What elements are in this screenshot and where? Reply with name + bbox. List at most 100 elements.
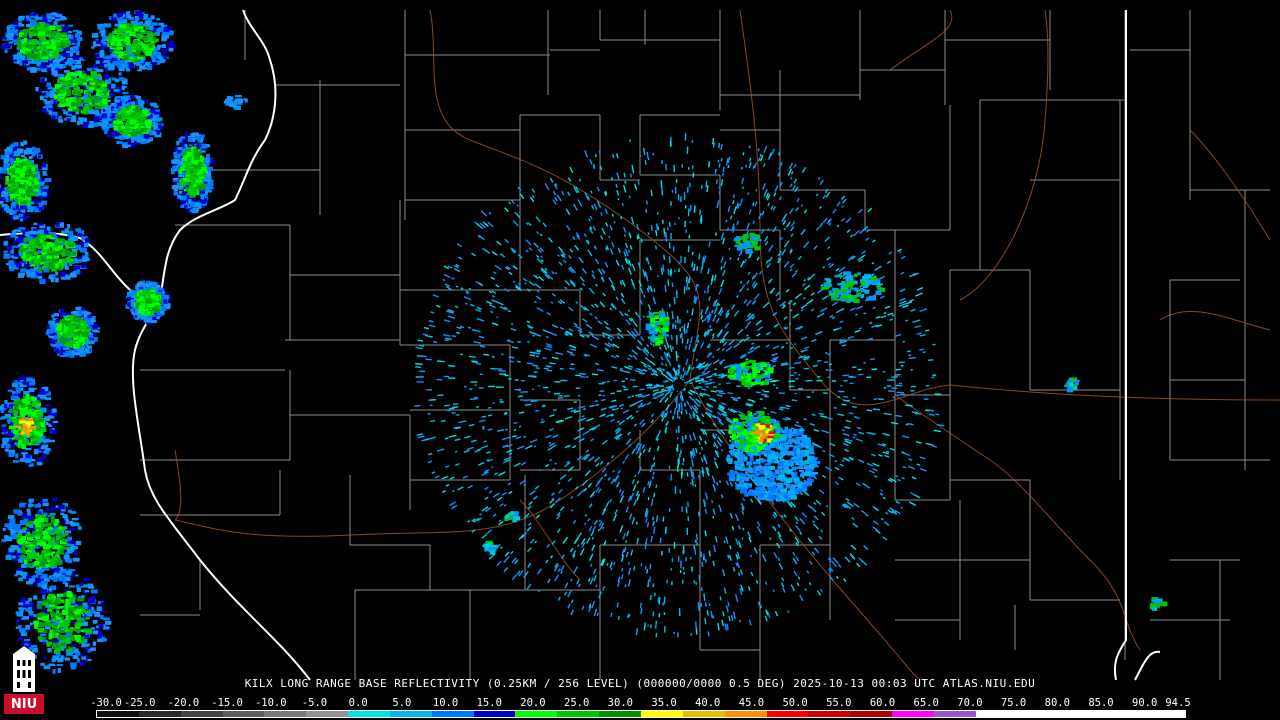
echo-cell	[757, 148, 760, 152]
echo-cell	[486, 529, 493, 535]
echo-cell	[753, 492, 759, 495]
echo-cell	[790, 233, 794, 238]
echo-cell	[428, 324, 436, 328]
echo-cell	[783, 260, 790, 268]
echo-cell	[793, 570, 798, 577]
echo-cell	[900, 385, 903, 387]
echo-cell	[727, 458, 733, 463]
echo-cell	[169, 40, 174, 44]
echo-cell	[732, 611, 736, 620]
echo-cell	[659, 537, 662, 544]
echo-cell	[687, 187, 689, 193]
echo-cell	[935, 413, 940, 416]
echo-cell	[837, 563, 842, 568]
echo-cell	[760, 458, 764, 462]
echo-cell	[137, 57, 144, 60]
echo-cell	[772, 421, 778, 426]
echo-cell	[583, 233, 587, 238]
echo-cell	[905, 319, 908, 322]
echo-cell	[536, 307, 544, 312]
echo-cell	[647, 232, 650, 236]
echo-cell	[769, 488, 776, 493]
echo-cell	[557, 596, 561, 601]
echo-cell	[749, 498, 754, 503]
echo-cell	[746, 280, 750, 285]
echo-cell	[62, 82, 68, 86]
echo-cell	[701, 388, 707, 391]
echo-cell	[69, 72, 75, 77]
echo-cell	[755, 391, 761, 394]
echo-cell	[748, 360, 756, 364]
echo-cell	[773, 434, 781, 438]
echo-cell	[624, 453, 630, 460]
echo-cell	[532, 364, 539, 367]
echo-cell	[689, 204, 692, 212]
echo-cell	[611, 366, 618, 369]
echo-cell	[427, 413, 431, 415]
echo-cell	[442, 278, 446, 282]
echo-cell	[759, 153, 762, 158]
echo-cell	[593, 575, 597, 582]
echo-cell	[619, 419, 626, 425]
echo-cell	[649, 594, 652, 601]
echo-cell	[872, 239, 876, 243]
echo-cell	[549, 362, 556, 365]
echo-cell	[793, 477, 800, 481]
echo-cell	[689, 221, 692, 224]
echo-cell	[570, 599, 574, 604]
echo-cell	[39, 36, 46, 40]
echo-cell	[763, 390, 770, 393]
echo-cell	[660, 362, 664, 366]
echo-cell	[625, 506, 629, 513]
echo-cell	[147, 65, 152, 70]
echo-cell	[747, 192, 750, 195]
echo-cell	[758, 424, 766, 429]
echo-cell	[7, 25, 11, 28]
echo-cell	[152, 37, 156, 41]
echo-cell	[795, 206, 800, 212]
echo-cell	[523, 435, 526, 438]
echo-cell	[669, 344, 673, 352]
echo-cell	[760, 418, 767, 422]
echo-cell	[764, 615, 768, 622]
echo-cell	[922, 351, 926, 354]
echo-cell	[715, 481, 719, 486]
echo-cell	[645, 208, 648, 213]
echo-cell	[777, 474, 785, 479]
echo-cell	[713, 457, 717, 461]
echo-cell	[535, 514, 541, 519]
echo-cell	[476, 406, 480, 408]
echo-cell	[910, 368, 913, 371]
echo-cell	[891, 376, 899, 378]
echo-cell	[899, 382, 903, 385]
echo-cell	[820, 529, 824, 533]
echo-cell	[690, 336, 693, 344]
echo-cell	[655, 514, 659, 523]
echo-cell	[662, 368, 666, 372]
echo-cell	[751, 443, 757, 447]
echo-cell	[679, 489, 681, 494]
echo-cell	[858, 431, 865, 435]
echo-cell	[534, 283, 542, 289]
echo-cell	[704, 440, 708, 445]
echo-cell	[636, 313, 642, 321]
echo-cell	[899, 288, 906, 293]
echo-cell	[477, 461, 485, 466]
echo-cell	[816, 359, 822, 362]
echo-cell	[132, 51, 137, 55]
echo-cell	[847, 335, 854, 339]
echo-cell	[727, 392, 733, 395]
echo-cell	[629, 139, 632, 142]
echo-cell	[501, 353, 504, 356]
echo-cell	[646, 256, 650, 265]
echo-cell	[736, 220, 740, 226]
echo-cell	[584, 150, 589, 158]
echo-cell	[28, 13, 35, 16]
echo-cell	[655, 326, 661, 329]
echo-cell	[543, 367, 549, 370]
echo-cell	[514, 379, 519, 381]
echo-cell	[836, 201, 841, 207]
echo-cell	[436, 304, 441, 308]
echo-cell	[798, 388, 803, 390]
echo-cell	[628, 195, 631, 199]
